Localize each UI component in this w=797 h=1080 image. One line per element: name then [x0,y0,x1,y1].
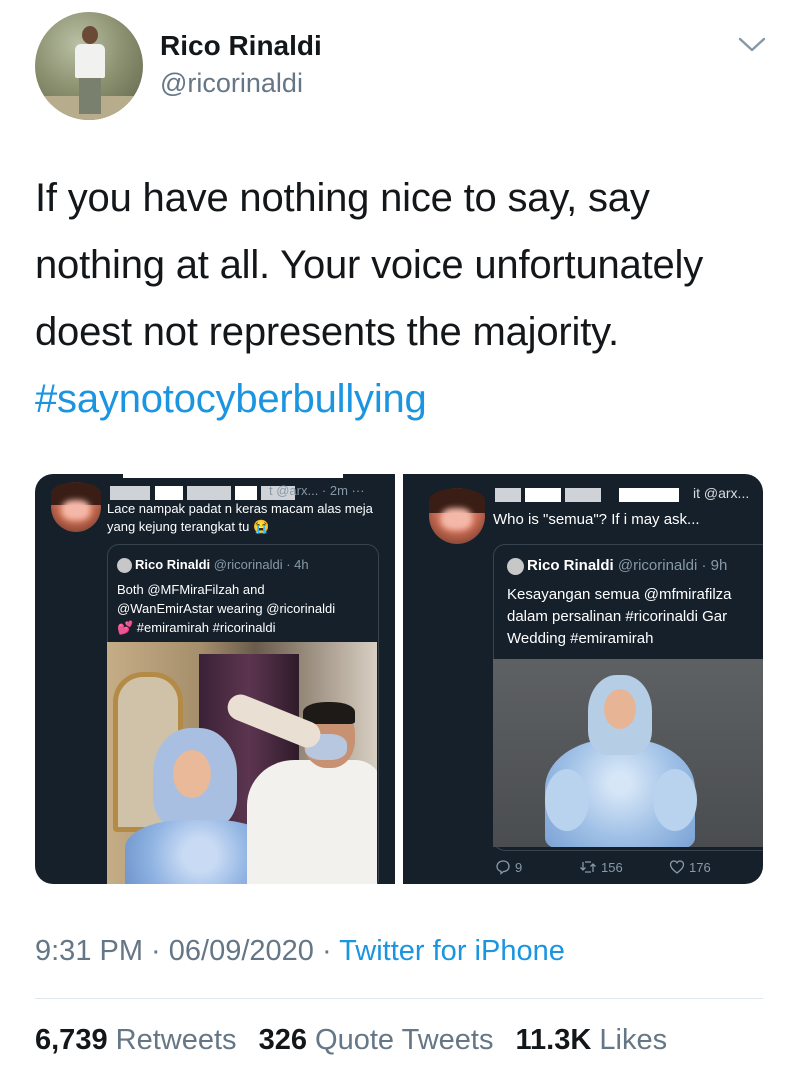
author-handle[interactable]: @ricorinaldi [160,68,303,99]
likes-count: 11.3K [515,1024,592,1056]
retweets-label: Retweets [115,1024,237,1056]
author-name[interactable]: Rico Rinaldi [160,30,322,62]
redaction-bar [187,486,231,500]
reply-avatar [51,482,101,532]
reply-meta: it @arx... [693,485,750,501]
verified-badge-icon [507,557,524,575]
tweet-header: Rico Rinaldi @ricorinaldi [35,12,775,122]
tweet-hashtag-link[interactable]: #saynotocyberbullying [35,377,427,421]
likes-stat[interactable]: 11.3K Likes [516,1024,668,1056]
like-button[interactable]: 176 [669,856,711,878]
redaction-bar [525,488,561,502]
source-link[interactable]: Twitter for iPhone [339,935,565,967]
heart-icon [669,860,685,874]
timestamp-text: 9:31 PM · 06/09/2020 · [35,935,340,967]
reply-text: Who is "semua"? If i may ask... [493,511,700,528]
retweets-count: 6,739 [35,1024,108,1056]
quoted-photo [493,659,763,847]
redaction-bar [110,486,150,500]
reply-text: Lace nampak padat n keras macam alas mej… [107,501,373,534]
retweet-button[interactable]: 156 [579,856,623,878]
reply-avatar [429,488,485,544]
reply-button[interactable]: 9 [495,856,522,878]
media-image-left[interactable]: t @arx... · 2m ··· Lace nampak padat n k… [35,474,395,884]
avatar-person-body [75,44,105,78]
retweet-count: 156 [601,859,623,875]
quote-tweets-count: 326 [258,1024,307,1056]
divider [35,998,763,999]
redaction-bar [123,474,343,478]
avatar-person-legs [79,78,101,114]
tweet-body: If you have nothing nice to say, say not… [35,165,770,433]
tweet-text: If you have nothing nice to say, say not… [35,176,704,354]
quoted-photo [107,642,377,884]
like-count: 176 [689,859,711,875]
redaction-bar [495,488,521,502]
reply-icon [496,860,510,875]
quote-tweets-label: Quote Tweets [315,1024,494,1056]
chevron-down-icon[interactable] [737,34,767,54]
retweet-icon [580,861,596,873]
retweets-stat[interactable]: 6,739 Retweets [35,1024,237,1056]
verified-badge-icon [117,558,132,574]
quoted-action-bar: 9 156 176 [493,856,763,878]
engagement-stats: 6,739 Retweets 326 Quote Tweets 11.3K Li… [35,1024,681,1057]
quoted-text: Kesayangan semua @mfmirafilza dalam pers… [507,586,732,647]
redaction-bar [155,486,183,500]
reply-meta: t @arx... · 2m ··· [269,483,365,498]
author-avatar[interactable] [35,12,143,120]
likes-label: Likes [599,1024,668,1056]
reply-count: 9 [515,859,523,875]
redaction-bar [619,488,679,502]
quoted-author: Rico Rinaldi @ricorinaldi · 4h [117,557,309,574]
quoted-author: Rico Rinaldi @ricorinaldi · 9h [507,557,727,575]
media-image-right[interactable]: it @arx... Who is "semua"? If i may ask.… [403,474,763,884]
avatar-person-head [82,26,98,44]
redaction-bar [565,488,601,502]
redaction-bar [235,486,257,500]
tweet-timestamp: 9:31 PM · 06/09/2020 · Twitter for iPhon… [35,935,565,968]
quoted-text: Both @MFMiraFilzah and @WanEmirAstar wea… [117,582,336,635]
quote-tweets-stat[interactable]: 326 Quote Tweets [259,1024,494,1056]
